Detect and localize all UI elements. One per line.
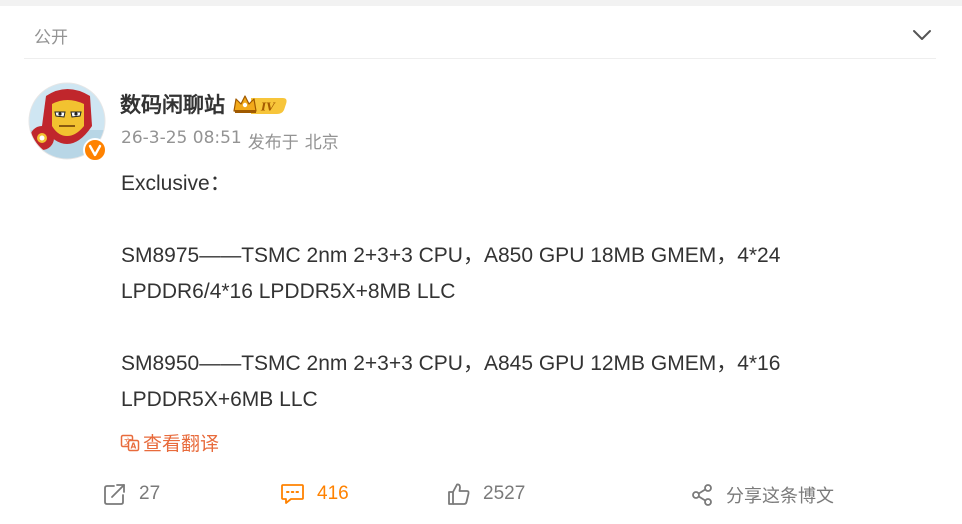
translate-icon: 文 A [120,434,140,451]
verified-v-icon [83,138,107,162]
post-timestamp[interactable]: 26-3-25 08:51 [121,128,242,153]
post-line: LPDDR6/4*16 LPDDR5X+8MB LLC [121,280,456,303]
author-name[interactable]: 数码闲聊站 [120,89,225,119]
translate-link[interactable]: 文 A 查看翻译 [120,429,219,456]
comment-count: 416 [317,483,349,504]
visibility-bar: 公开 [0,6,962,62]
comment-icon [281,484,304,504]
comment-button[interactable]: 416 [280,482,349,506]
share-label: 分享这条博文 [726,486,834,507]
header-divider [24,58,936,59]
badge-level: IV [260,101,276,114]
post-location: 北京 [304,133,339,153]
weibo-post-card: 公开 数码闲聊站 IV 26-3-25 08:51 发布于 北京 Exclusi… [0,0,962,524]
chevron-down-icon[interactable] [912,28,932,42]
svg-text:A: A [131,441,137,450]
source-prefix: 发布于 [247,133,299,153]
translate-label: 查看翻译 [143,433,220,455]
share-icon [692,484,712,506]
repost-count: 27 [139,483,161,504]
post-body: Exclusive： SM8975——TSMC 2nm 2+3+3 CPU，A8… [121,166,911,418]
share-button[interactable]: 分享这条博文 [690,482,834,508]
like-button[interactable]: 2527 [447,482,525,506]
thumbs-up-icon [448,483,470,505]
post-line: LPDDR5X+6MB LLC [121,388,318,411]
visibility-label: 公开 [34,28,68,48]
post-meta: 26-3-25 08:51 发布于 北京 [121,128,339,153]
crown-icon[interactable]: IV [231,92,289,116]
like-count: 2527 [483,483,526,504]
post-line: Exclusive： [121,172,231,195]
author-row: 数码闲聊站 IV [120,88,289,120]
repost-button[interactable]: 27 [103,482,160,506]
repost-icon [104,484,125,505]
action-bar: 27 416 2527 分享这条博文 [0,472,962,524]
post-line: SM8950——TSMC 2nm 2+3+3 CPU，A845 GPU 12MB… [121,352,781,375]
post-line: SM8975——TSMC 2nm 2+3+3 CPU，A850 GPU 18MB… [121,244,781,267]
